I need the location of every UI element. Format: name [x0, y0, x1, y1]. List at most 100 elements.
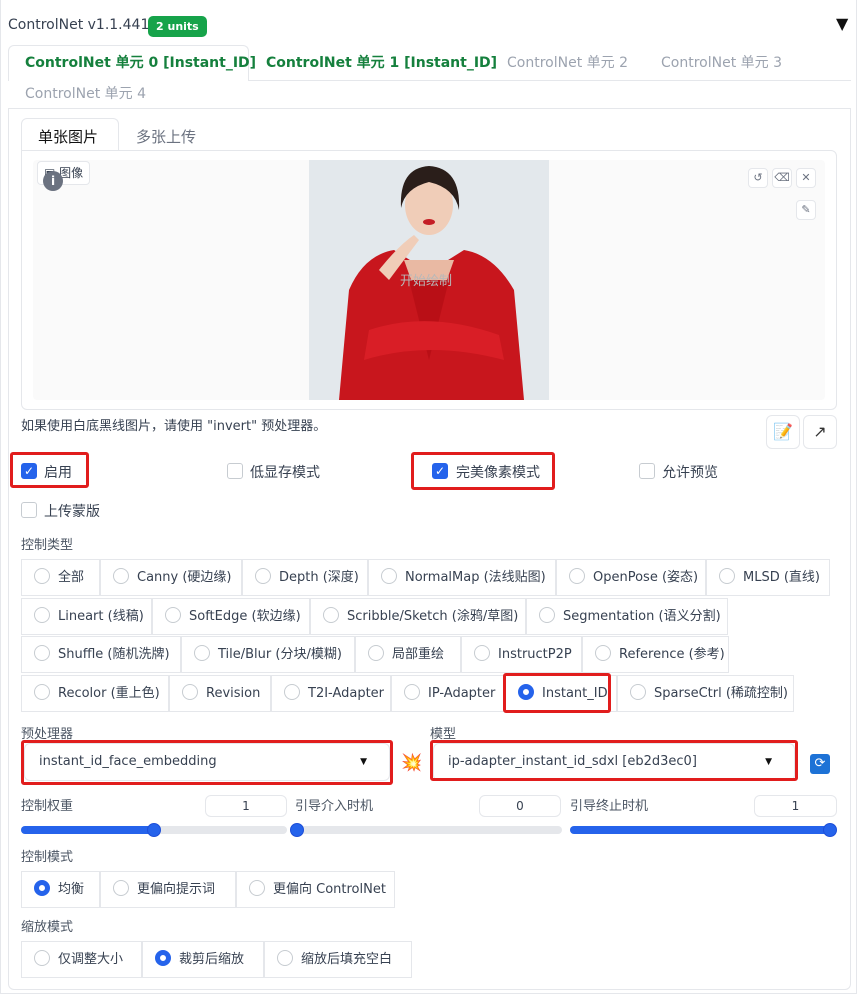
end-step-label: 引导终止时机 — [570, 799, 649, 814]
slider-thumb[interactable] — [147, 823, 161, 837]
collapse-caret-icon[interactable]: ▼ — [836, 14, 848, 33]
end-step-slider[interactable] — [570, 826, 836, 834]
option-label: 更偏向 ControlNet — [273, 882, 386, 897]
option-label: Tile/Blur (分块/模糊) — [218, 647, 342, 662]
close-icon[interactable]: ✕ — [796, 168, 816, 188]
control-type-option[interactable]: Scribble/Sketch (涂鸦/草图) — [310, 598, 526, 635]
option-label: 全部 — [58, 570, 85, 585]
canvas-watermark: 开始绘制 — [400, 274, 453, 289]
tab-unit-0[interactable]: ControlNet 单元 0 [Instant_ID] — [25, 54, 256, 72]
option-label: 均衡 — [58, 882, 85, 897]
refresh-icon[interactable]: ⟳ — [810, 754, 830, 774]
tab-single-image[interactable]: 单张图片 — [38, 126, 98, 147]
end-step-input[interactable]: 1 — [754, 795, 837, 817]
tab-unit-1[interactable]: ControlNet 单元 1 [Instant_ID] — [266, 54, 497, 72]
radio-icon — [34, 645, 50, 661]
brush-icon[interactable]: ✎ — [796, 200, 816, 220]
allow-preview-label: 允许预览 — [662, 465, 718, 481]
radio-icon — [368, 645, 384, 661]
tab-unit-3[interactable]: ControlNet 单元 3 — [661, 54, 782, 72]
highlight-preprocessor — [21, 740, 393, 785]
resize-mode-option-selected[interactable]: 裁剪后缩放 — [142, 941, 264, 978]
control-type-option[interactable]: Segmentation (语义分割) — [526, 598, 728, 635]
enable-label: 启用 — [44, 465, 72, 481]
option-label: Canny (硬边缘) — [137, 570, 232, 585]
radio-icon — [404, 684, 420, 700]
control-type-option[interactable]: Recolor (重上色) — [21, 675, 169, 712]
option-label: Shuffle (随机洗牌) — [58, 647, 170, 662]
accordion-title[interactable]: ControlNet v1.1.441 — [8, 17, 149, 33]
control-type-option[interactable]: MLSD (直线) — [706, 559, 830, 596]
low-vram-checkbox[interactable] — [227, 463, 243, 479]
control-type-option[interactable]: SparseCtrl (稀疏控制) — [617, 675, 794, 712]
control-type-option[interactable]: Reference (参考) — [582, 636, 729, 673]
tab-batch-upload[interactable]: 多张上传 — [136, 126, 196, 147]
eraser-icon[interactable]: ⌫ — [772, 168, 792, 188]
radio-icon — [630, 684, 646, 700]
control-mode-option-selected[interactable]: 均衡 — [21, 871, 100, 908]
slider-thumb[interactable] — [290, 823, 304, 837]
slider-fill — [21, 826, 154, 834]
control-type-option[interactable]: NormalMap (法线贴图) — [368, 559, 556, 596]
upload-mask-checkbox[interactable] — [21, 502, 37, 518]
option-label: MLSD (直线) — [743, 570, 820, 585]
radio-icon — [113, 568, 129, 584]
start-step-slider[interactable] — [297, 826, 562, 834]
radio-icon — [569, 568, 585, 584]
option-label: 更偏向提示词 — [137, 882, 216, 897]
radio-icon — [34, 684, 50, 700]
option-label: T2I-Adapter — [308, 686, 385, 701]
radio-icon — [595, 645, 611, 661]
radio-icon — [34, 607, 50, 623]
control-type-option[interactable]: IP-Adapter — [391, 675, 505, 712]
control-type-option[interactable]: Lineart (线稿) — [21, 598, 152, 635]
control-type-option[interactable]: SoftEdge (软边缘) — [152, 598, 310, 635]
control-type-option[interactable]: Tile/Blur (分块/模糊) — [181, 636, 355, 673]
edit-note-icon[interactable]: 📝 — [766, 415, 800, 449]
low-vram-label: 低显存模式 — [250, 465, 320, 481]
highlight-model — [430, 740, 798, 781]
enable-checkbox[interactable]: ✓ — [21, 463, 37, 479]
start-step-input[interactable]: 0 — [479, 795, 561, 817]
allow-preview-checkbox[interactable] — [639, 463, 655, 479]
radio-icon — [539, 607, 555, 623]
tab-unit-4[interactable]: ControlNet 单元 4 — [25, 85, 146, 103]
radio-icon — [34, 568, 50, 584]
send-dimensions-icon[interactable]: ↗ — [803, 415, 837, 449]
pixel-perfect-checkbox[interactable]: ✓ — [432, 463, 448, 479]
control-type-option[interactable]: Shuffle (随机洗牌) — [21, 636, 181, 673]
radio-icon — [719, 568, 735, 584]
control-mode-option[interactable]: 更偏向 ControlNet — [236, 871, 395, 908]
control-type-option[interactable]: InstructP2P — [461, 636, 582, 673]
control-mode-option[interactable]: 更偏向提示词 — [100, 871, 236, 908]
control-type-option[interactable]: OpenPose (姿态) — [556, 559, 706, 596]
option-label: SparseCtrl (稀疏控制) — [654, 686, 788, 701]
option-label: NormalMap (法线贴图) — [405, 570, 546, 585]
option-label: Scribble/Sketch (涂鸦/草图) — [347, 609, 519, 624]
radio-icon — [194, 645, 210, 661]
resize-mode-option[interactable]: 缩放后填充空白 — [264, 941, 412, 978]
run-preprocessor-icon[interactable]: 💥 — [401, 753, 422, 773]
control-type-option[interactable]: Canny (硬边缘) — [100, 559, 242, 596]
control-type-option[interactable]: 全部 — [21, 559, 100, 596]
info-icon[interactable]: i — [43, 171, 63, 191]
undo-icon[interactable]: ↺ — [748, 168, 768, 188]
resize-mode-label: 缩放模式 — [21, 920, 74, 935]
option-label: OpenPose (姿态) — [593, 570, 699, 585]
slider-fill — [570, 826, 830, 834]
tab-unit-2[interactable]: ControlNet 单元 2 — [507, 54, 628, 72]
radio-icon — [165, 607, 181, 623]
highlight-instant-id — [503, 673, 611, 713]
radio-icon — [255, 568, 271, 584]
resize-mode-option[interactable]: 仅调整大小 — [21, 941, 142, 978]
control-type-option[interactable]: 局部重绘 — [355, 636, 461, 673]
option-label: Segmentation (语义分割) — [563, 609, 721, 624]
control-type-option[interactable]: Depth (深度) — [242, 559, 368, 596]
control-weight-input[interactable]: 1 — [205, 795, 287, 817]
radio-icon — [34, 950, 50, 966]
control-type-option[interactable]: T2I-Adapter — [271, 675, 391, 712]
radio-icon — [249, 880, 265, 896]
control-type-option[interactable]: Revision — [169, 675, 271, 712]
slider-thumb[interactable] — [823, 823, 837, 837]
option-label: 裁剪后缩放 — [179, 952, 245, 967]
